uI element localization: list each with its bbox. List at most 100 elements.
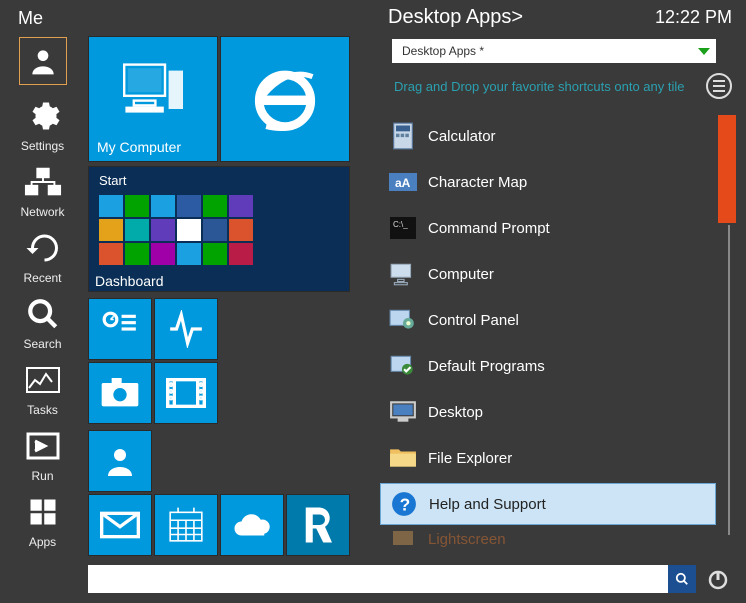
- app-item-control-panel[interactable]: Control Panel: [380, 299, 716, 341]
- app-item-default-programs[interactable]: Default Programs: [380, 345, 716, 387]
- tile-label-my-computer: My Computer: [97, 139, 181, 155]
- sidebar-item-network[interactable]: Network: [0, 161, 85, 219]
- sidebar-item-apps[interactable]: Apps: [0, 491, 85, 549]
- calculator-icon: [388, 121, 418, 151]
- app-label: Lightscreen: [428, 531, 506, 548]
- activity-icon: [167, 310, 205, 348]
- app-label: Calculator: [428, 128, 496, 145]
- sidebar-label-recent: Recent: [23, 271, 61, 285]
- user-icon: [27, 45, 59, 77]
- app-item-calculator[interactable]: Calculator: [380, 115, 716, 157]
- tile-ie[interactable]: [220, 36, 350, 162]
- search-icon: [19, 293, 67, 335]
- bottom-bar: [88, 563, 734, 595]
- app-label: Computer: [428, 266, 494, 283]
- help-icon: ?: [389, 489, 419, 519]
- tile-dashboard[interactable]: Start Dashboard: [88, 166, 350, 292]
- sidebar-label-apps: Apps: [29, 535, 56, 549]
- list-view-icon[interactable]: [706, 73, 732, 99]
- sidebar-label-search: Search: [23, 337, 61, 351]
- sidebar-item-tasks[interactable]: Tasks: [0, 359, 85, 417]
- cloud-icon: [231, 511, 273, 539]
- default-programs-icon: [388, 351, 418, 381]
- app-item-lightscreen[interactable]: Lightscreen: [380, 529, 716, 549]
- mail-icon: [100, 510, 140, 540]
- person-icon: [102, 443, 138, 479]
- app-label: Control Panel: [428, 312, 519, 329]
- right-panel: Desktop Apps> 12:22 PM Desktop Apps * Dr…: [380, 0, 746, 603]
- app-item-help-and-support[interactable]: ? Help and Support: [380, 483, 716, 525]
- sidebar-label-network: Network: [20, 205, 64, 219]
- app-item-character-map[interactable]: aA Character Map: [380, 161, 716, 203]
- user-avatar[interactable]: [19, 37, 67, 85]
- tile-r[interactable]: [286, 494, 350, 556]
- app-item-file-explorer[interactable]: File Explorer: [380, 437, 716, 479]
- sidebar-label-run: Run: [31, 469, 53, 483]
- category-dropdown[interactable]: Desktop Apps *: [392, 39, 716, 63]
- computer-icon: [97, 43, 209, 139]
- tile-activity[interactable]: [154, 298, 218, 360]
- tile-cloud[interactable]: [220, 494, 284, 556]
- app-item-computer[interactable]: Computer: [380, 253, 716, 295]
- dropdown-label: Desktop Apps *: [402, 44, 484, 58]
- tile-stats[interactable]: [88, 298, 152, 360]
- app-label: Help and Support: [429, 496, 546, 513]
- chevron-down-icon: [698, 48, 710, 55]
- tile-my-computer[interactable]: My Computer: [88, 36, 218, 162]
- folder-icon: [388, 443, 418, 473]
- video-icon: [166, 377, 206, 409]
- sidebar-item-run[interactable]: Run: [0, 425, 85, 483]
- apps-icon: [19, 491, 67, 533]
- gear-icon: [19, 95, 67, 137]
- tile-camera[interactable]: [88, 362, 152, 424]
- camera-icon: [100, 377, 140, 409]
- network-icon: [19, 161, 67, 203]
- control-panel-icon: [388, 305, 418, 335]
- app-label: Character Map: [428, 174, 527, 191]
- calendar-icon: [167, 506, 205, 544]
- app-list: Calculator aA Character Map C:\_ Command…: [380, 115, 716, 555]
- tile-video[interactable]: [154, 362, 218, 424]
- run-icon: [19, 425, 67, 467]
- scroll-thumb[interactable]: [718, 115, 736, 223]
- svg-text:aA: aA: [395, 176, 411, 190]
- tile-mail[interactable]: [88, 494, 152, 556]
- app-item-desktop[interactable]: Desktop: [380, 391, 716, 433]
- svg-text:C:\_: C:\_: [393, 220, 408, 229]
- sidebar-item-recent[interactable]: Recent: [0, 227, 85, 285]
- sidebar-item-search[interactable]: Search: [0, 293, 85, 351]
- clock: 12:22 PM: [655, 7, 732, 28]
- recent-icon: [19, 227, 67, 269]
- search-icon: [675, 572, 689, 586]
- tasks-icon: [19, 359, 67, 401]
- sidebar: Me Settings Network Recent Search Tasks: [0, 0, 85, 603]
- right-panel-title: Desktop Apps>: [388, 6, 523, 29]
- terminal-icon: C:\_: [388, 213, 418, 243]
- lightscreen-icon: [388, 529, 418, 549]
- dashboard-preview: Start Dashboard: [89, 167, 349, 291]
- sidebar-item-settings[interactable]: Settings: [0, 95, 85, 153]
- sidebar-label-settings: Settings: [21, 139, 64, 153]
- power-button[interactable]: [702, 563, 734, 595]
- sidebar-header: Me: [0, 0, 85, 33]
- r-icon: [297, 504, 339, 546]
- tile-label-dashboard: Dashboard: [95, 273, 164, 289]
- ie-icon: [242, 56, 328, 142]
- dashboard-start-label: Start: [99, 173, 126, 188]
- desktop-icon: [388, 397, 418, 427]
- app-label: File Explorer: [428, 450, 512, 467]
- search-button[interactable]: [668, 565, 696, 593]
- app-item-command-prompt[interactable]: C:\_ Command Prompt: [380, 207, 716, 249]
- tile-calendar[interactable]: [154, 494, 218, 556]
- scrollbar[interactable]: [722, 115, 736, 535]
- character-map-icon: aA: [388, 167, 418, 197]
- svg-text:?: ?: [400, 495, 411, 515]
- app-label: Command Prompt: [428, 220, 550, 237]
- stats-icon: [101, 310, 139, 348]
- power-icon: [706, 567, 730, 591]
- tile-contact[interactable]: [88, 430, 152, 492]
- search-input[interactable]: [88, 565, 668, 593]
- computer-icon: [388, 259, 418, 289]
- app-label: Desktop: [428, 404, 483, 421]
- app-label: Default Programs: [428, 358, 545, 375]
